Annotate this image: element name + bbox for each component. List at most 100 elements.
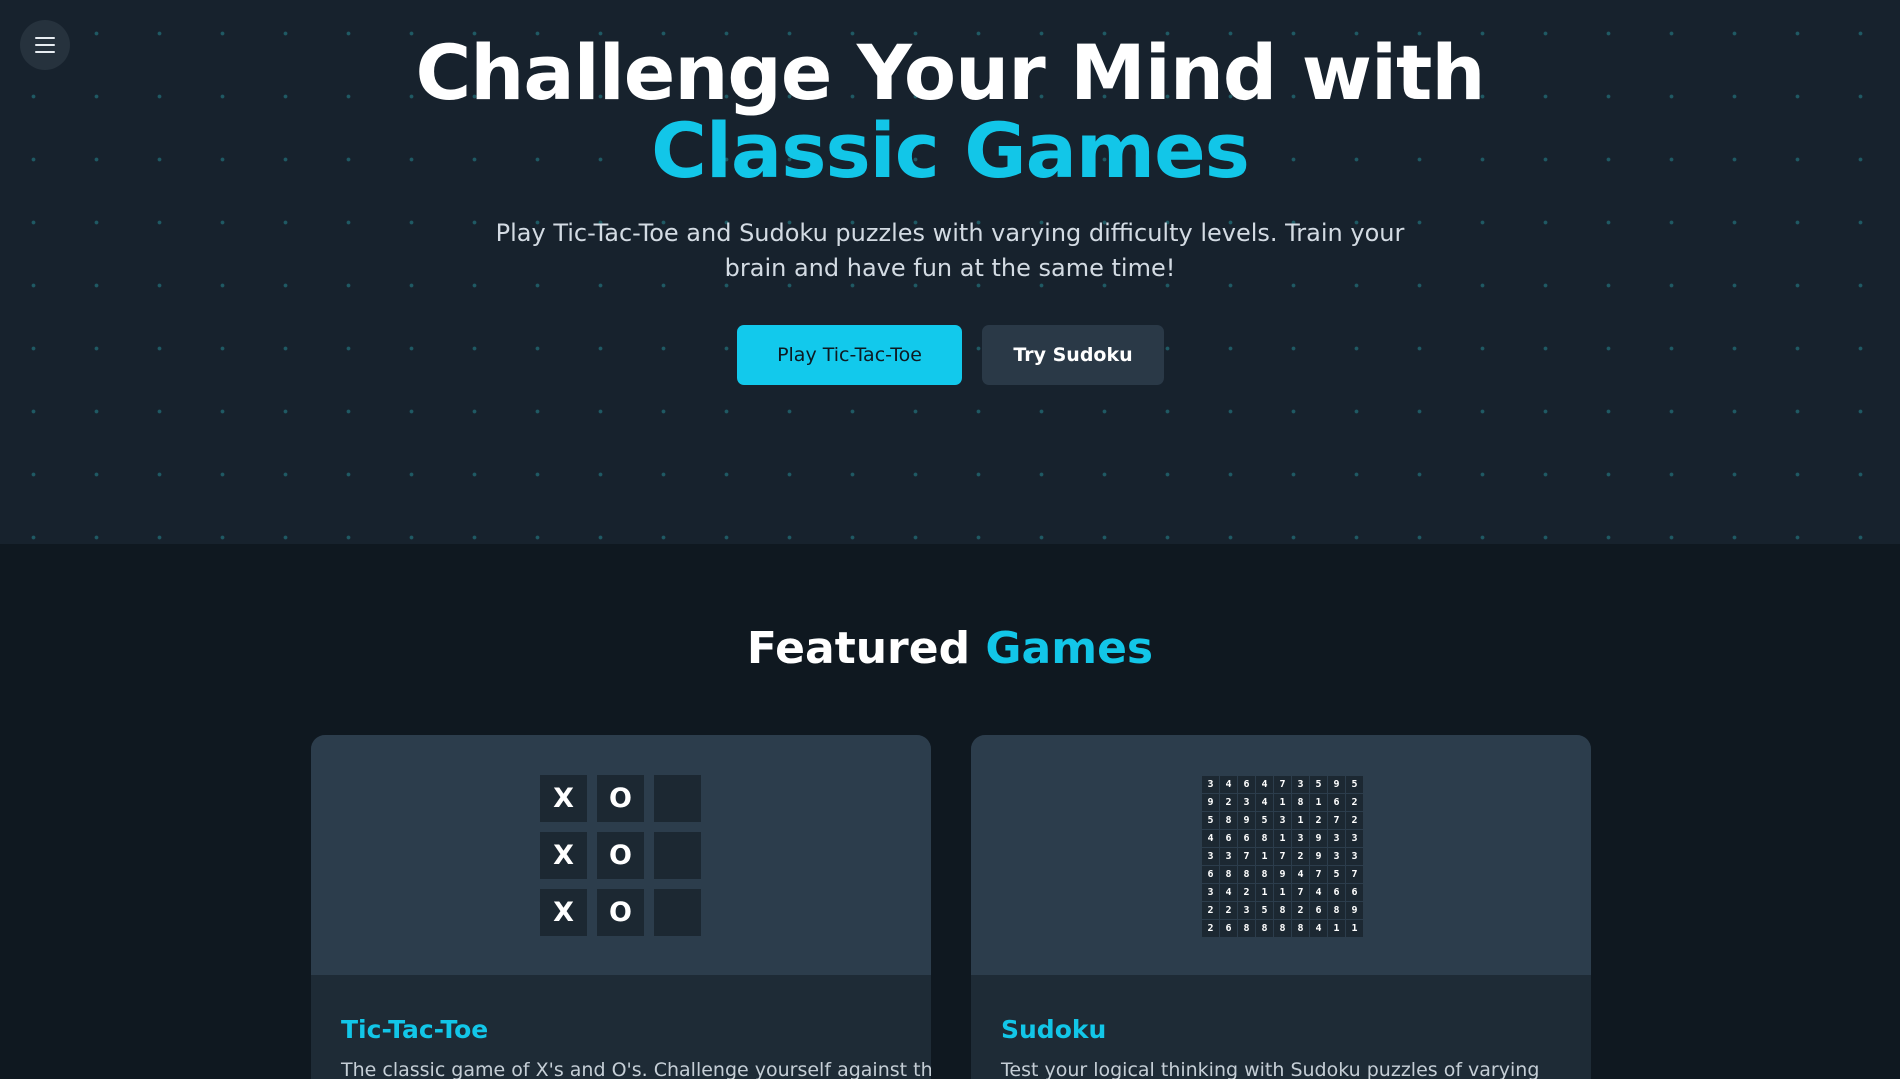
sudoku-cell: 9 [1346, 902, 1363, 919]
sudoku-cell: 1 [1310, 794, 1327, 811]
sudoku-cell: 8 [1256, 830, 1273, 847]
sudoku-cell: 3 [1202, 884, 1219, 901]
sudoku-cell: 4 [1292, 866, 1309, 883]
sudoku-cell: 8 [1292, 794, 1309, 811]
featured-games-title: Featured Games [0, 623, 1900, 674]
sudoku-cell: 4 [1256, 776, 1273, 793]
tic-tac-toe-cell: O [597, 889, 644, 936]
sudoku-cell: 9 [1274, 866, 1291, 883]
sudoku-cell: 2 [1220, 794, 1237, 811]
sudoku-cell: 4 [1220, 776, 1237, 793]
hero-title-line2: Classic Games [651, 106, 1250, 195]
tic-tac-toe-cell: X [540, 889, 587, 936]
sudoku-cell: 3 [1292, 830, 1309, 847]
sudoku-cell: 9 [1238, 812, 1255, 829]
sudoku-cell: 7 [1274, 776, 1291, 793]
sudoku-preview: 3464735959234181625895312724668139333371… [971, 735, 1591, 975]
hero-title: Challenge Your Mind with Classic Games [0, 34, 1900, 190]
sudoku-cell: 6 [1202, 866, 1219, 883]
sudoku-cell: 4 [1310, 920, 1327, 937]
sudoku-card[interactable]: 3464735959234181625895312724668139333371… [971, 735, 1591, 1079]
sudoku-cell: 7 [1238, 848, 1255, 865]
sudoku-cell: 3 [1238, 902, 1255, 919]
sudoku-cell: 2 [1202, 902, 1219, 919]
sudoku-cell: 7 [1292, 884, 1309, 901]
hero-section: Challenge Your Mind with Classic Games P… [0, 0, 1900, 544]
sudoku-cell: 7 [1346, 866, 1363, 883]
sudoku-cell: 1 [1274, 794, 1291, 811]
tic-tac-toe-board: XOXOXO [540, 775, 704, 939]
sudoku-cell: 1 [1346, 920, 1363, 937]
sudoku-cell: 2 [1202, 920, 1219, 937]
tic-tac-toe-card[interactable]: XOXOXO Tic-Tac-Toe The classic game of X… [311, 735, 931, 1079]
sudoku-cell: 1 [1256, 884, 1273, 901]
tic-tac-toe-cell: X [540, 832, 587, 879]
sudoku-cell: 8 [1328, 902, 1345, 919]
sudoku-cell: 6 [1220, 830, 1237, 847]
sudoku-cell: 8 [1292, 920, 1309, 937]
sudoku-cell: 8 [1238, 866, 1255, 883]
sudoku-cell: 3 [1328, 830, 1345, 847]
sudoku-cell: 2 [1292, 848, 1309, 865]
tic-tac-toe-card-description: The classic game of X's and O's. Challen… [341, 1059, 931, 1079]
sudoku-cell: 6 [1220, 920, 1237, 937]
sudoku-cell: 2 [1346, 812, 1363, 829]
sudoku-cell: 1 [1292, 812, 1309, 829]
tic-tac-toe-cell [654, 832, 701, 879]
try-sudoku-button[interactable]: Try Sudoku [982, 325, 1164, 385]
sudoku-cell: 5 [1256, 902, 1273, 919]
sudoku-cell: 2 [1310, 812, 1327, 829]
sudoku-cell: 2 [1220, 902, 1237, 919]
sudoku-cell: 3 [1202, 776, 1219, 793]
sudoku-cell: 2 [1292, 902, 1309, 919]
sudoku-cell: 5 [1310, 776, 1327, 793]
sudoku-cell: 5 [1202, 812, 1219, 829]
sudoku-cell: 8 [1274, 920, 1291, 937]
sudoku-cell: 7 [1310, 866, 1327, 883]
tic-tac-toe-cell: O [597, 775, 644, 822]
sudoku-cell: 7 [1274, 848, 1291, 865]
sudoku-card-description: Test your logical thinking with Sudoku p… [1001, 1059, 1540, 1079]
sudoku-cell: 8 [1238, 920, 1255, 937]
sudoku-cell: 5 [1346, 776, 1363, 793]
sudoku-cell: 6 [1238, 830, 1255, 847]
featured-title-main: Featured [746, 623, 971, 674]
sudoku-cell: 4 [1202, 830, 1219, 847]
sudoku-cell: 9 [1310, 848, 1327, 865]
sudoku-cell: 2 [1238, 884, 1255, 901]
hero-subtitle: Play Tic-Tac-Toe and Sudoku puzzles with… [495, 219, 1405, 282]
sudoku-cell: 1 [1328, 920, 1345, 937]
tic-tac-toe-card-body: Tic-Tac-Toe The classic game of X's and … [311, 975, 931, 1079]
sudoku-cell: 6 [1346, 884, 1363, 901]
sudoku-cell: 8 [1274, 902, 1291, 919]
sudoku-cell: 2 [1346, 794, 1363, 811]
sudoku-cell: 5 [1256, 812, 1273, 829]
sudoku-board: 3464735959234181625895312724668139333371… [1202, 776, 1363, 937]
tic-tac-toe-preview: XOXOXO [311, 735, 931, 975]
sudoku-cell: 7 [1328, 812, 1345, 829]
sudoku-cell: 3 [1346, 830, 1363, 847]
sudoku-cell: 6 [1328, 884, 1345, 901]
sudoku-cell: 4 [1310, 884, 1327, 901]
sudoku-cell: 1 [1274, 830, 1291, 847]
sudoku-cell: 8 [1220, 866, 1237, 883]
sudoku-cell: 6 [1310, 902, 1327, 919]
sudoku-cell: 1 [1274, 884, 1291, 901]
sudoku-cell: 3 [1202, 848, 1219, 865]
sudoku-cell: 6 [1238, 776, 1255, 793]
sudoku-cell: 9 [1202, 794, 1219, 811]
sudoku-cell: 8 [1256, 920, 1273, 937]
play-tic-tac-toe-button[interactable]: Play Tic-Tac-Toe [737, 325, 962, 385]
sudoku-cell: 8 [1256, 866, 1273, 883]
sudoku-cell: 5 [1328, 866, 1345, 883]
sudoku-cell: 3 [1274, 812, 1291, 829]
sudoku-cell: 1 [1256, 848, 1273, 865]
sudoku-cell: 3 [1238, 794, 1255, 811]
sudoku-cell: 3 [1292, 776, 1309, 793]
sudoku-card-title[interactable]: Sudoku [1001, 1015, 1106, 1044]
hero-title-line1: Challenge Your Mind with [415, 28, 1486, 117]
featured-title-accent: Games [985, 623, 1154, 674]
tic-tac-toe-cell [654, 775, 701, 822]
sudoku-cell: 6 [1328, 794, 1345, 811]
tic-tac-toe-card-title[interactable]: Tic-Tac-Toe [341, 1015, 488, 1044]
